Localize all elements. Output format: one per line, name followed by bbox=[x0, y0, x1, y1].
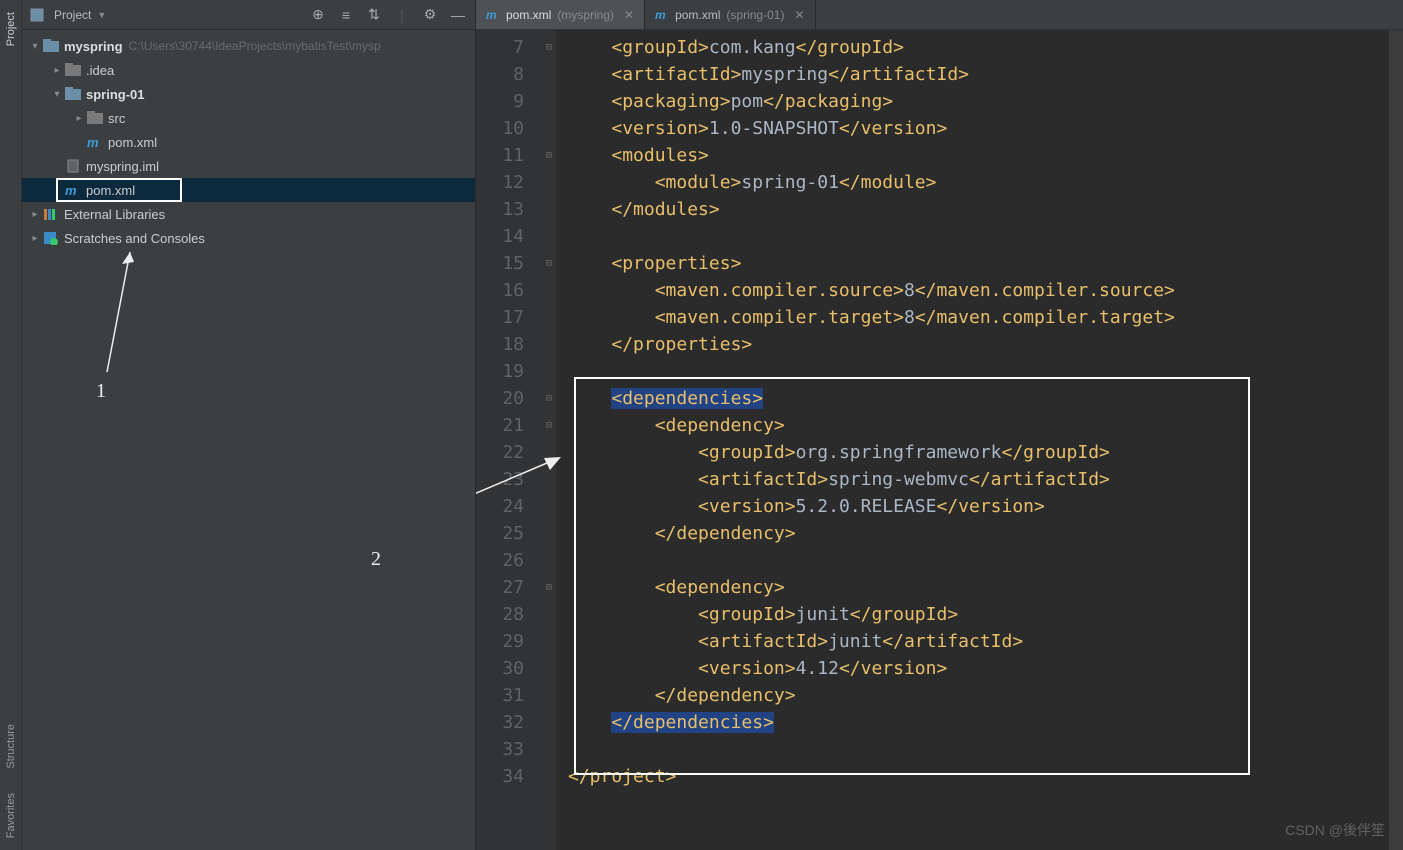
maven-file-icon: m bbox=[486, 8, 500, 22]
code-area[interactable]: <groupId>com.kang</groupId> <artifactId>… bbox=[556, 30, 1389, 850]
tree-ext-lib[interactable]: ▸ External Libraries bbox=[22, 202, 475, 226]
fold-strip[interactable]: ⊟⊟⊟⊟⊟⊟ bbox=[542, 30, 556, 850]
library-icon bbox=[42, 206, 60, 222]
tree-path: C:\Users\30744\IdeaProjects\mybatisTest\… bbox=[129, 39, 381, 53]
svg-text:m: m bbox=[65, 183, 77, 197]
locate-icon[interactable]: ⊕ bbox=[307, 4, 329, 26]
module-icon bbox=[42, 38, 60, 54]
tree-idea[interactable]: ▸ .idea bbox=[22, 58, 475, 82]
project-sidebar: Project ▼ ⊕ ≡ ⇅ | ⚙ — ▾ myspring C:\User… bbox=[22, 0, 476, 850]
svg-text:m: m bbox=[486, 8, 497, 22]
tree-label: myspring bbox=[64, 39, 123, 54]
chevron-down-icon[interactable]: ▾ bbox=[28, 41, 42, 52]
tree-scratch[interactable]: ▸ Scratches and Consoles bbox=[22, 226, 475, 250]
stripe-structure[interactable]: Structure bbox=[5, 712, 17, 781]
chevron-right-icon[interactable]: ▸ bbox=[72, 113, 86, 124]
maven-file-icon: m bbox=[655, 8, 669, 22]
line-gutter: 7891011121314151617181920212223242526272… bbox=[476, 30, 542, 850]
editor-body[interactable]: 7891011121314151617181920212223242526272… bbox=[476, 30, 1403, 850]
tree-mod-pom[interactable]: m pom.xml bbox=[22, 130, 475, 154]
tab-pom-spring01[interactable]: m pom.xml (spring-01) ✕ bbox=[645, 0, 815, 29]
tree-label: src bbox=[108, 111, 125, 126]
project-tree[interactable]: ▾ myspring C:\Users\30744\IdeaProjects\m… bbox=[22, 30, 475, 850]
close-icon[interactable]: ✕ bbox=[624, 8, 634, 22]
tree-label: spring-01 bbox=[86, 87, 145, 102]
tab-context: (myspring) bbox=[557, 8, 614, 22]
editor-tabs: m pom.xml (myspring) ✕ m pom.xml (spring… bbox=[476, 0, 1403, 30]
collapse-all-icon[interactable]: ⇅ bbox=[363, 4, 385, 26]
module-icon bbox=[64, 86, 82, 102]
scratch-icon bbox=[42, 230, 60, 246]
annotation-arrow-1 bbox=[92, 252, 152, 382]
scrollbar[interactable] bbox=[1389, 30, 1403, 850]
sidebar-title[interactable]: Project bbox=[50, 6, 95, 24]
close-icon[interactable]: ✕ bbox=[794, 8, 804, 22]
svg-text:m: m bbox=[87, 135, 99, 149]
dropdown-icon[interactable]: ▼ bbox=[97, 10, 106, 20]
folder-icon bbox=[64, 62, 82, 78]
tree-iml[interactable]: myspring.iml bbox=[22, 154, 475, 178]
tree-label: Scratches and Consoles bbox=[64, 231, 205, 246]
expand-all-icon[interactable]: ≡ bbox=[335, 4, 357, 26]
tree-src[interactable]: ▸ src bbox=[22, 106, 475, 130]
chevron-right-icon[interactable]: ▸ bbox=[50, 65, 64, 76]
tree-label: pom.xml bbox=[108, 135, 157, 150]
tree-label: pom.xml bbox=[86, 183, 135, 198]
watermark: CSDN @後伴笙 bbox=[1285, 820, 1385, 840]
tool-stripe: Project Structure Favorites bbox=[0, 0, 22, 850]
chevron-right-icon[interactable]: ▸ bbox=[28, 209, 42, 220]
chevron-right-icon[interactable]: ▸ bbox=[28, 233, 42, 244]
tree-spring01[interactable]: ▾ spring-01 bbox=[22, 82, 475, 106]
tree-label: myspring.iml bbox=[86, 159, 159, 174]
stripe-project[interactable]: Project bbox=[5, 0, 17, 58]
maven-file-icon: m bbox=[64, 182, 82, 198]
maven-file-icon: m bbox=[86, 134, 104, 150]
sidebar-header: Project ▼ ⊕ ≡ ⇅ | ⚙ — bbox=[22, 0, 475, 30]
tab-context: (spring-01) bbox=[726, 8, 784, 22]
tab-label: pom.xml bbox=[506, 8, 551, 22]
tree-root-pom[interactable]: m pom.xml bbox=[22, 178, 475, 202]
tree-root[interactable]: ▾ myspring C:\Users\30744\IdeaProjects\m… bbox=[22, 34, 475, 58]
editor-pane: m pom.xml (myspring) ✕ m pom.xml (spring… bbox=[476, 0, 1403, 850]
tree-label: .idea bbox=[86, 63, 114, 78]
file-icon bbox=[64, 158, 82, 174]
svg-text:m: m bbox=[655, 8, 666, 22]
project-view-icon bbox=[28, 6, 46, 24]
annotation-label-1: 1 bbox=[96, 380, 106, 403]
stripe-favorites[interactable]: Favorites bbox=[5, 781, 17, 850]
chevron-down-icon[interactable]: ▾ bbox=[50, 89, 64, 100]
hide-icon[interactable]: — bbox=[447, 4, 469, 26]
tree-label: External Libraries bbox=[64, 207, 165, 222]
tab-label: pom.xml bbox=[675, 8, 720, 22]
folder-icon bbox=[86, 110, 104, 126]
gear-icon[interactable]: ⚙ bbox=[419, 4, 441, 26]
tab-pom-myspring[interactable]: m pom.xml (myspring) ✕ bbox=[476, 0, 645, 29]
